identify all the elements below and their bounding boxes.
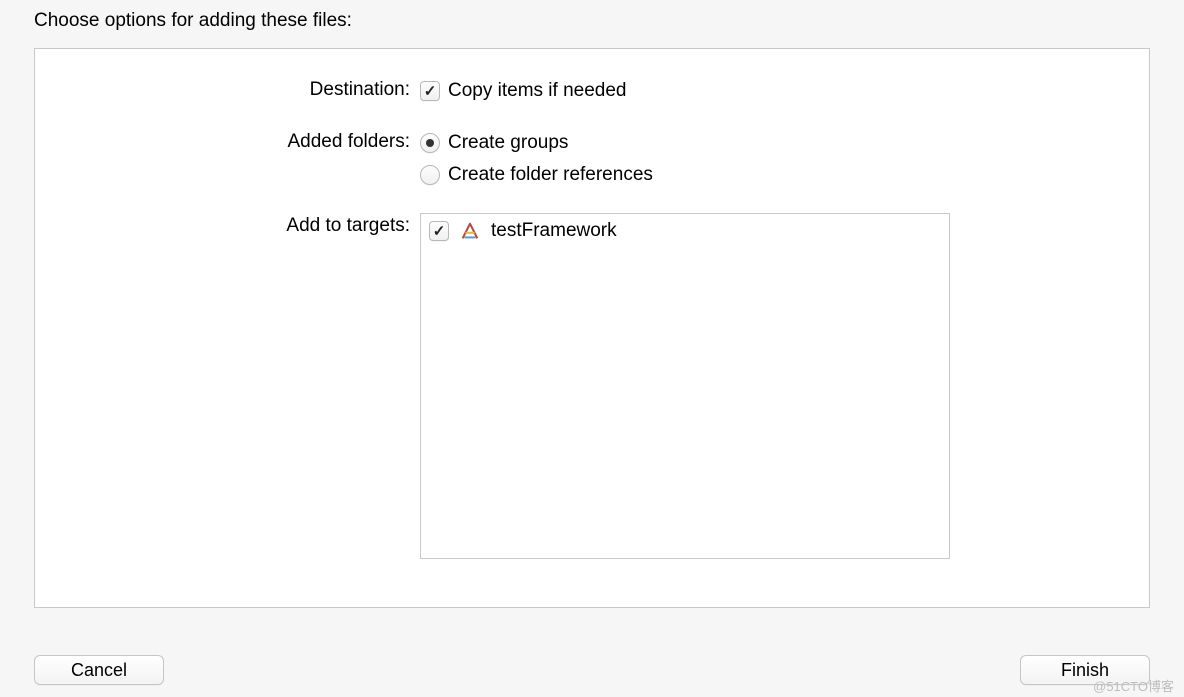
add-to-targets-row: Add to targets: testFramework [250,213,1149,559]
target-checkbox[interactable] [429,221,449,241]
create-folder-references-radio[interactable] [420,165,440,185]
added-folders-label: Added folders: [250,129,420,153]
app-icon [459,220,481,242]
watermark: @51CTO博客 [1093,676,1174,695]
added-folders-row: Added folders: Create groups Create fold… [250,129,1149,193]
copy-items-checkbox[interactable] [420,81,440,101]
destination-label: Destination: [250,77,420,101]
destination-row: Destination: Copy items if needed [250,77,1149,109]
cancel-button[interactable]: Cancel [34,655,164,685]
create-folder-references-label: Create folder references [448,164,653,186]
options-panel: Destination: Copy items if needed Added … [34,48,1150,608]
copy-items-label: Copy items if needed [448,80,627,102]
targets-list[interactable]: testFramework [420,213,950,559]
dialog-button-row: Cancel Finish [34,655,1150,685]
target-name: testFramework [491,220,617,242]
target-row[interactable]: testFramework [421,214,949,248]
create-groups-label: Create groups [448,132,568,154]
add-to-targets-label: Add to targets: [250,213,420,237]
create-groups-radio[interactable] [420,133,440,153]
dialog-heading: Choose options for adding these files: [0,0,1184,42]
